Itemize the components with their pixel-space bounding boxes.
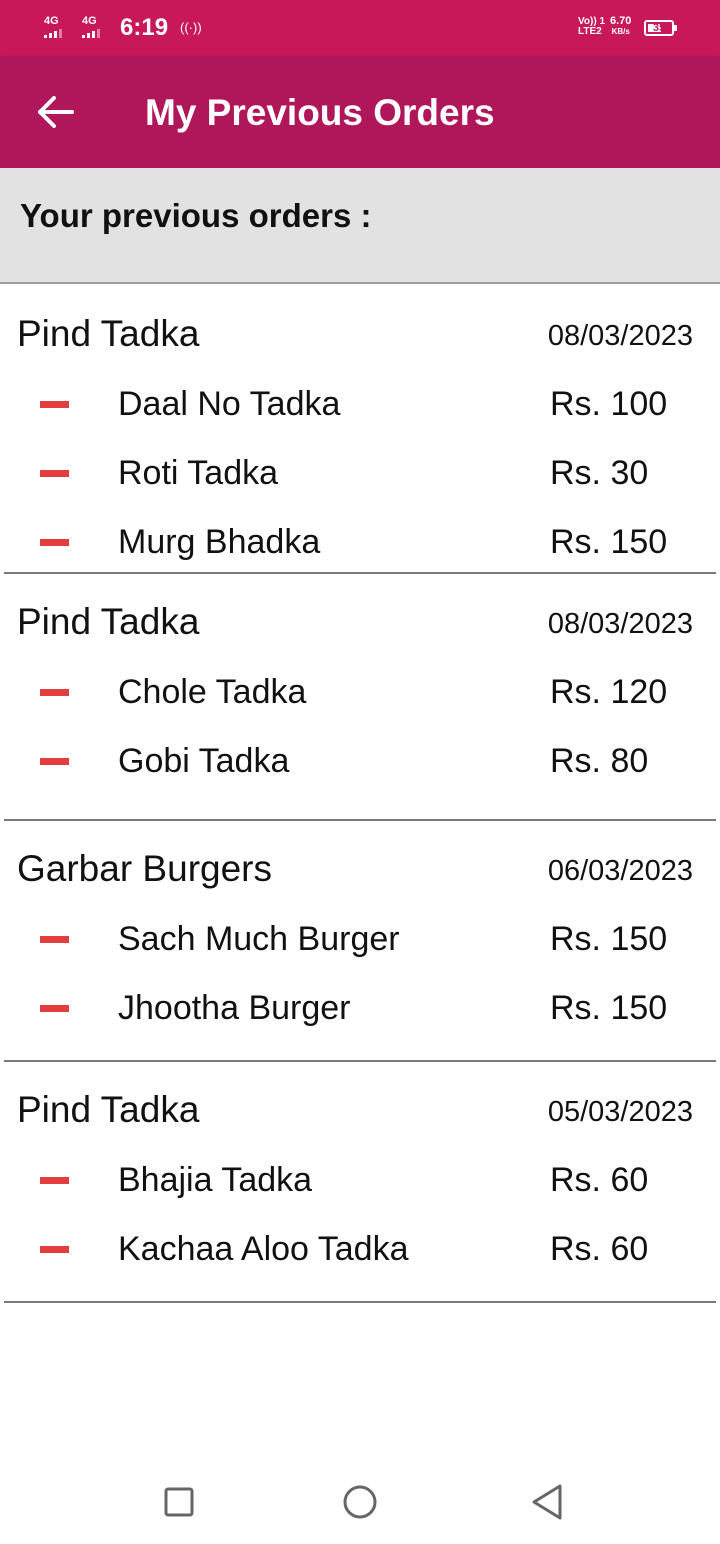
order-header: Garbar Burgers 06/03/2023 [4,821,716,907]
item-price: Rs. 150 [550,989,668,1027]
network-speed: 6.70 KB/s [610,15,632,37]
minus-bullet-icon [40,1177,69,1184]
recents-square-icon [164,1487,194,1517]
status-time: 6:19 [120,14,169,41]
order-item: Chole Tadka Rs. 120 [4,660,716,729]
battery-level: 35 [652,22,666,34]
minus-bullet-icon [40,758,69,765]
order-item: Sach Much Burger Rs. 150 [4,907,716,976]
network-speed-value: 6.70 [610,15,632,27]
minus-bullet-icon [40,401,69,408]
battery-icon: 35 [644,20,677,36]
back-button[interactable] [26,82,86,142]
order-card[interactable]: Garbar Burgers 06/03/2023 Sach Much Burg… [4,821,716,1062]
back-triangle-icon [532,1484,562,1520]
status-bar: 4G 4G 6:19 ((·)) Vo)) 1 LTE2 6.70 KB/s 3… [0,0,720,56]
item-price: Rs. 150 [550,523,668,561]
order-card[interactable]: Pind Tadka 08/03/2023 Chole Tadka Rs. 12… [4,574,716,821]
volte-line2: LTE2 [578,26,602,37]
restaurant-name: Garbar Burgers [17,848,272,889]
orders-subheader: Your previous orders : [0,168,720,284]
back-arrow-icon [38,96,74,128]
network-speed-unit: KB/s [611,27,630,36]
page-title: My Previous Orders [145,92,495,133]
sim1-network-type: 4G [44,15,59,27]
item-name: Kachaa Aloo Tadka [118,1230,409,1268]
item-name: Murg Bhadka [118,523,321,561]
order-date: 08/03/2023 [547,608,693,640]
restaurant-name: Pind Tadka [17,313,200,354]
order-item: Roti Tadka Rs. 30 [4,441,716,510]
order-date: 08/03/2023 [547,320,693,352]
home-button[interactable] [336,1478,384,1526]
item-price: Rs. 60 [550,1161,649,1199]
hotspot-icon: ((·)) [180,20,202,35]
volte-indicator: Vo)) 1 LTE2 [578,17,605,37]
order-date: 05/03/2023 [547,1096,693,1128]
order-item: Daal No Tadka Rs. 100 [4,372,716,441]
item-price: Rs. 150 [550,920,668,958]
order-header: Pind Tadka 08/03/2023 [4,574,716,660]
order-item: Bhajia Tadka Rs. 60 [4,1148,716,1217]
item-name: Daal No Tadka [118,385,341,423]
restaurant-name: Pind Tadka [17,1089,200,1130]
restaurant-name: Pind Tadka [17,601,200,642]
order-header: Pind Tadka 08/03/2023 [4,286,716,372]
minus-bullet-icon [40,936,69,943]
minus-bullet-icon [40,1005,69,1012]
sim2-network-type: 4G [82,15,97,27]
item-name: Gobi Tadka [118,742,290,780]
recents-button[interactable] [155,1478,203,1526]
item-name: Roti Tadka [118,454,279,492]
sim1-signal-icon: 4G [44,16,62,38]
subheader-title: Your previous orders : [20,197,372,234]
item-name: Chole Tadka [118,673,307,711]
sim2-signal-icon: 4G [82,16,100,38]
order-item: Jhootha Burger Rs. 150 [4,976,716,1045]
item-price: Rs. 100 [550,385,668,423]
order-card[interactable]: Pind Tadka 05/03/2023 Bhajia Tadka Rs. 6… [4,1062,716,1303]
item-price: Rs. 120 [550,673,668,711]
order-item: Gobi Tadka Rs. 80 [4,729,716,798]
minus-bullet-icon [40,689,69,696]
home-circle-icon [343,1485,377,1519]
order-date: 06/03/2023 [547,855,693,887]
app-bar: My Previous Orders [0,56,720,168]
item-name: Bhajia Tadka [118,1161,313,1199]
item-price: Rs. 80 [550,742,649,780]
item-price: Rs. 60 [550,1230,649,1268]
order-item: Murg Bhadka Rs. 150 [4,510,716,572]
minus-bullet-icon [40,470,69,477]
minus-bullet-icon [40,1246,69,1253]
orders-list: Pind Tadka 08/03/2023 Daal No Tadka Rs. … [0,286,720,1303]
order-item: Kachaa Aloo Tadka Rs. 60 [4,1217,716,1286]
nav-back-button[interactable] [524,1478,572,1526]
item-name: Sach Much Burger [118,920,400,958]
order-card[interactable]: Pind Tadka 08/03/2023 Daal No Tadka Rs. … [4,286,716,574]
minus-bullet-icon [40,539,69,546]
system-nav-bar [0,1460,720,1544]
item-price: Rs. 30 [550,454,649,492]
order-header: Pind Tadka 05/03/2023 [4,1062,716,1148]
item-name: Jhootha Burger [118,989,351,1027]
